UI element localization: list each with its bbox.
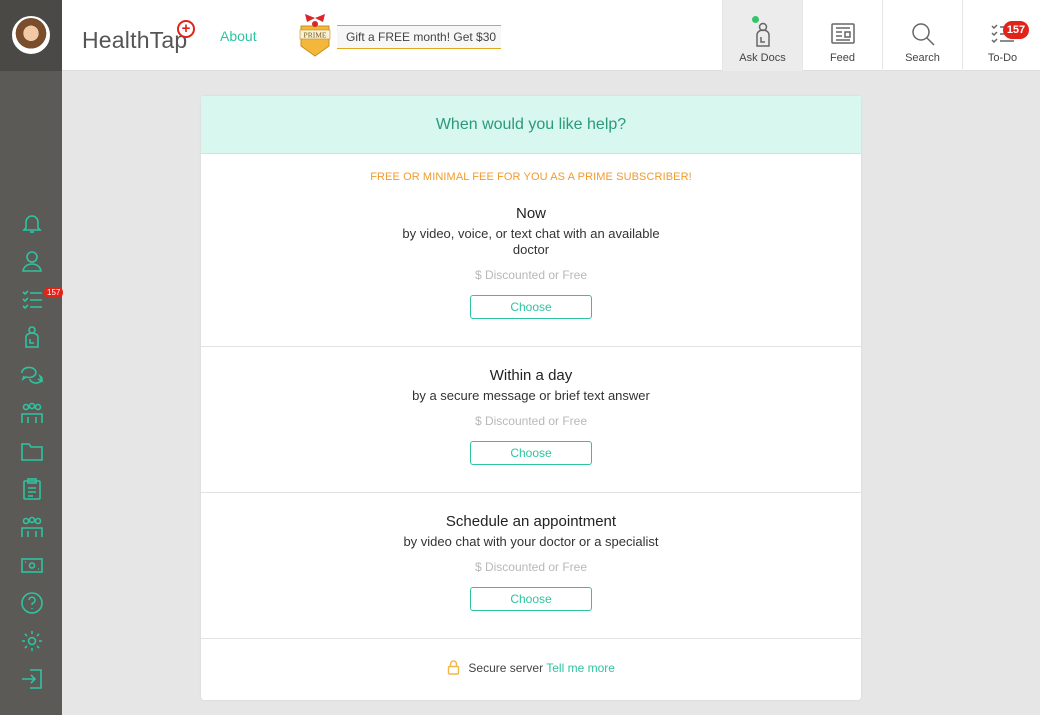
option-price: $ Discounted or Free [474, 560, 588, 574]
help-timing-card: When would you like help? FREE OR MINIMA… [201, 96, 861, 700]
nav-todo[interactable]: 157 To-Do [962, 0, 1040, 71]
search-icon [909, 20, 937, 48]
card-title: When would you like help? [201, 96, 861, 154]
choose-schedule-button[interactable]: Choose [470, 587, 592, 611]
user-icon[interactable] [20, 249, 44, 273]
prime-promo-text: FREE OR MINIMAL FEE FOR YOU AS A PRIME S… [370, 171, 692, 183]
choose-within-day-button[interactable]: Choose [470, 441, 592, 465]
secure-server-label: Secure server [468, 661, 544, 675]
chat-icon[interactable] [20, 363, 44, 387]
help-icon[interactable] [20, 591, 44, 615]
top-bar: HealthTap + About PRIME Gift a FREE mont… [62, 0, 1040, 71]
settings-icon[interactable] [20, 629, 44, 653]
nav-label: To-Do [987, 52, 1018, 64]
tell-me-more-link[interactable]: Tell me more [546, 661, 615, 675]
nav-ask-docs[interactable]: Ask Docs [722, 0, 802, 71]
secure-server-note: Secure server Tell me more [201, 660, 861, 678]
nav-label: Ask Docs [739, 52, 786, 64]
option-price: $ Discounted or Free [474, 414, 588, 428]
option-description: by video chat with your doctor or a spec… [403, 534, 659, 549]
nav-feed[interactable]: Feed [802, 0, 882, 71]
avatar[interactable] [12, 16, 50, 54]
nav-label: Search [905, 52, 940, 64]
nav-label: Feed [829, 52, 856, 64]
folder-icon[interactable] [20, 439, 44, 463]
option-description: by video, voice, or text chat with an av… [201, 226, 861, 258]
option-title: Schedule an appointment [445, 513, 617, 530]
todo-count-badge: 157 [1003, 21, 1029, 39]
option-title: Now [515, 205, 546, 222]
money-icon[interactable] [20, 553, 44, 577]
logout-icon[interactable] [20, 667, 44, 691]
healthtap-logo[interactable]: HealthTap [82, 27, 187, 54]
option-within-a-day: Within a day by a secure message or brie… [201, 367, 861, 465]
divider [201, 346, 861, 347]
option-description-line: doctor [512, 242, 550, 257]
feed-icon [829, 20, 857, 48]
divider [201, 492, 861, 493]
left-sidebar: 157 [0, 0, 64, 715]
prime-gift-icon[interactable]: PRIME [298, 12, 332, 58]
nav-search[interactable]: Search [882, 0, 962, 71]
sidebar-profile-area [0, 0, 62, 71]
lock-icon [447, 660, 460, 678]
todo-list-icon[interactable] [20, 287, 44, 311]
option-title: Within a day [489, 367, 573, 384]
choose-now-button[interactable]: Choose [470, 295, 592, 319]
todo-count-badge: 157 [44, 287, 64, 298]
gift-promo-banner[interactable]: Gift a FREE month! Get $30 [337, 25, 501, 49]
clipboard-icon[interactable] [20, 477, 44, 501]
divider [201, 638, 861, 639]
community-icon[interactable] [20, 515, 44, 539]
doctor-icon [749, 20, 777, 48]
prime-label: PRIME [304, 31, 327, 40]
option-now: Now by video, voice, or text chat with a… [201, 205, 861, 319]
bell-icon[interactable] [20, 211, 44, 235]
group-icon[interactable] [20, 401, 44, 425]
option-schedule-appointment: Schedule an appointment by video chat wi… [201, 513, 861, 611]
doctor-icon[interactable] [20, 325, 44, 349]
logo-plus-icon: + [177, 20, 195, 38]
about-link[interactable]: About [220, 28, 257, 44]
option-description: by a secure message or brief text answer [412, 388, 650, 403]
option-price: $ Discounted or Free [474, 268, 588, 282]
option-description-line: by video, voice, or text chat with an av… [402, 226, 660, 241]
